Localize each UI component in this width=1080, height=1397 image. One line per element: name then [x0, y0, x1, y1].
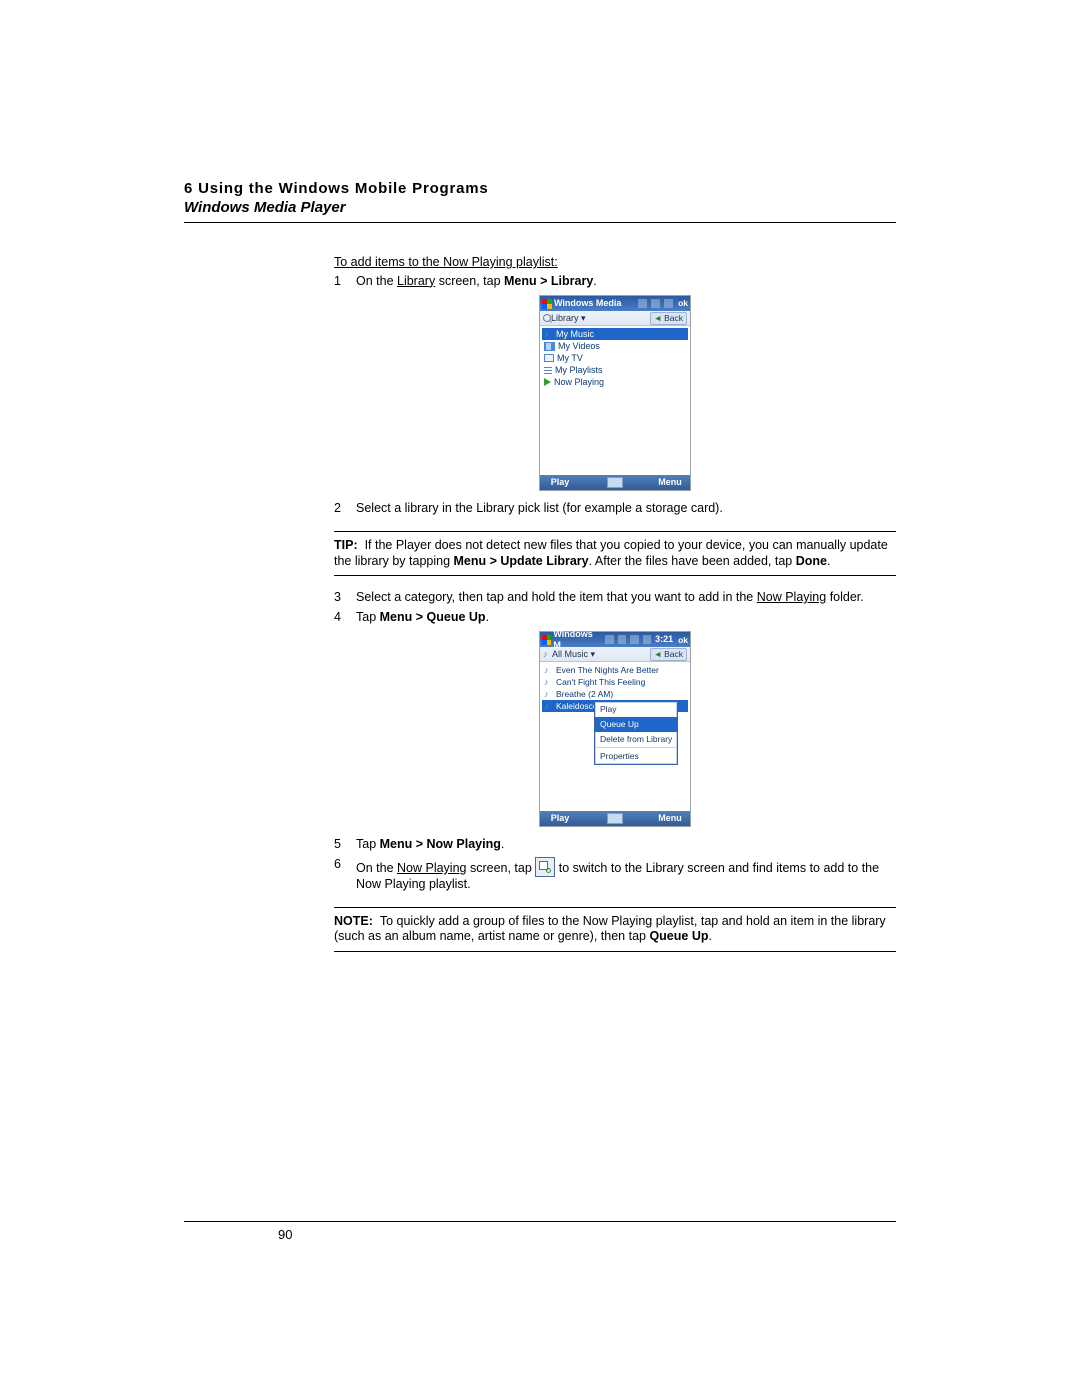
connectivity-icon [638, 299, 647, 308]
document-page: 6 Using the Windows Mobile Programs Wind… [0, 0, 1080, 1397]
library-list: ♪My Music My Videos My TV My Playlists N… [540, 326, 690, 475]
step-3: 3 Select a category, then tap and hold t… [334, 590, 896, 606]
step-list: 1 On the Library screen, tap Menu > Libr… [334, 274, 896, 290]
page-number: 90 [278, 1227, 292, 1242]
step-4: 4 Tap Menu > Queue Up. [334, 610, 896, 626]
step-1: 1 On the Library screen, tap Menu > Libr… [334, 274, 896, 290]
tv-icon [544, 354, 554, 362]
back-button[interactable]: ◄Back [650, 648, 687, 661]
chapter-title: 6 Using the Windows Mobile Programs [184, 180, 1080, 197]
library-dropdown[interactable]: Library ▾ [551, 313, 586, 324]
video-icon [544, 342, 555, 351]
back-arrow-icon: ◄ [654, 313, 662, 324]
step-5: 5 Tap Menu > Now Playing. [334, 837, 896, 853]
music-icon: ♪ [543, 650, 552, 659]
ok-button[interactable]: ok [678, 635, 688, 646]
note-box: NOTE: To quickly add a group of files to… [334, 907, 896, 952]
ctx-divider [595, 747, 677, 748]
track-row[interactable]: ♪Even The Nights Are Better [542, 664, 688, 676]
all-music-dropdown-bar: ♪ All Music ▾ ◄Back [540, 647, 690, 662]
footer-rule [184, 1221, 896, 1222]
soft-key-bar: Play Menu [540, 811, 690, 826]
connectivity-icon [605, 635, 613, 644]
step-text: Tap Menu > Now Playing. [356, 837, 896, 853]
step-6: 6 On the Now Playing screen, tap to swit… [334, 857, 896, 893]
signal-icon [651, 299, 660, 308]
tip-label: TIP: [334, 538, 358, 552]
track-list: ♪Even The Nights Are Better ♪Can't Fight… [540, 662, 690, 811]
music-icon: ♪ [544, 678, 553, 687]
volume-icon [664, 299, 673, 308]
back-arrow-icon: ◄ [654, 649, 662, 660]
tip-box: TIP: If the Player does not detect new f… [334, 531, 896, 576]
context-menu: Play Queue Up Delete from Library Proper… [594, 701, 678, 765]
music-icon: ♪ [544, 330, 553, 339]
keyboard-icon[interactable] [607, 477, 623, 488]
library-dropdown-bar: Library ▾ ◄Back [540, 311, 690, 326]
screenshot-1: Windows Media ok Library ▾ ◄Back ♪My Mus… [334, 295, 896, 491]
back-button[interactable]: ◄Back [650, 312, 687, 325]
step-number: 6 [334, 857, 356, 893]
step-number: 5 [334, 837, 356, 853]
softkey-menu[interactable]: Menu [650, 477, 690, 488]
play-icon [544, 378, 551, 386]
softkey-play[interactable]: Play [540, 813, 580, 824]
section-title: Windows Media Player [184, 199, 1080, 216]
title-bar: Windows M 3:21 ok [540, 632, 690, 647]
keyboard-icon[interactable] [607, 813, 623, 824]
library-item-my-playlists[interactable]: My Playlists [542, 364, 688, 376]
library-item-my-videos[interactable]: My Videos [542, 340, 688, 352]
step-number: 4 [334, 610, 356, 626]
ctx-play[interactable]: Play [595, 702, 677, 717]
ok-button[interactable]: ok [678, 298, 688, 309]
track-row[interactable]: ♪Can't Fight This Feeling [542, 676, 688, 688]
procedure-heading: To add items to the Now Playing playlist… [334, 255, 896, 271]
volume-icon [643, 635, 651, 644]
signal-icon [618, 635, 626, 644]
app-title: Windows Media [554, 298, 621, 309]
sync-icon [630, 635, 638, 644]
softkey-play[interactable]: Play [540, 477, 580, 488]
library-item-now-playing[interactable]: Now Playing [542, 376, 688, 388]
step-text: Select a category, then tap and hold the… [356, 590, 896, 606]
step-text: On the Now Playing screen, tap to switch… [356, 857, 896, 893]
screenshot-2: Windows M 3:21 ok ♪ All Music ▾ ◄Back [334, 631, 896, 827]
step-text: Select a library in the Library pick lis… [356, 501, 896, 517]
ctx-queue-up[interactable]: Queue Up [595, 717, 677, 732]
step-number: 2 [334, 501, 356, 517]
music-icon: ♪ [544, 666, 553, 675]
music-icon: ♪ [544, 702, 553, 711]
ctx-delete[interactable]: Delete from Library [595, 732, 677, 747]
clock: 3:21 [655, 634, 673, 645]
step-number: 3 [334, 590, 356, 606]
windows-flag-icon [542, 635, 551, 645]
step-list: 3 Select a category, then tap and hold t… [334, 590, 896, 625]
library-item-my-tv[interactable]: My TV [542, 352, 688, 364]
step-list: 5 Tap Menu > Now Playing. 6 On the Now P… [334, 837, 896, 892]
soft-key-bar: Play Menu [540, 475, 690, 490]
wmp-library-screen: Windows Media ok Library ▾ ◄Back ♪My Mus… [539, 295, 691, 491]
all-music-dropdown[interactable]: All Music ▾ [552, 649, 595, 660]
windows-flag-icon [542, 299, 552, 309]
step-2: 2 Select a library in the Library pick l… [334, 501, 896, 517]
header-rule [184, 222, 896, 223]
ctx-properties[interactable]: Properties [595, 749, 677, 764]
step-list: 2 Select a library in the Library pick l… [334, 501, 896, 517]
search-icon [543, 314, 551, 322]
app-title: Windows M [553, 629, 599, 652]
playlist-icon [544, 367, 552, 374]
title-bar: Windows Media ok [540, 296, 690, 311]
wmp-all-music-screen: Windows M 3:21 ok ♪ All Music ▾ ◄Back [539, 631, 691, 827]
page-content: To add items to the Now Playing playlist… [334, 255, 896, 952]
softkey-menu[interactable]: Menu [650, 813, 690, 824]
step-text: On the Library screen, tap Menu > Librar… [356, 274, 896, 290]
library-item-my-music[interactable]: ♪My Music [542, 328, 688, 340]
note-label: NOTE: [334, 914, 373, 928]
step-number: 1 [334, 274, 356, 290]
step-text: Tap Menu > Queue Up. [356, 610, 896, 626]
library-switch-icon [535, 857, 555, 877]
track-row[interactable]: ♪Breathe (2 AM) [542, 688, 688, 700]
music-icon: ♪ [544, 690, 553, 699]
